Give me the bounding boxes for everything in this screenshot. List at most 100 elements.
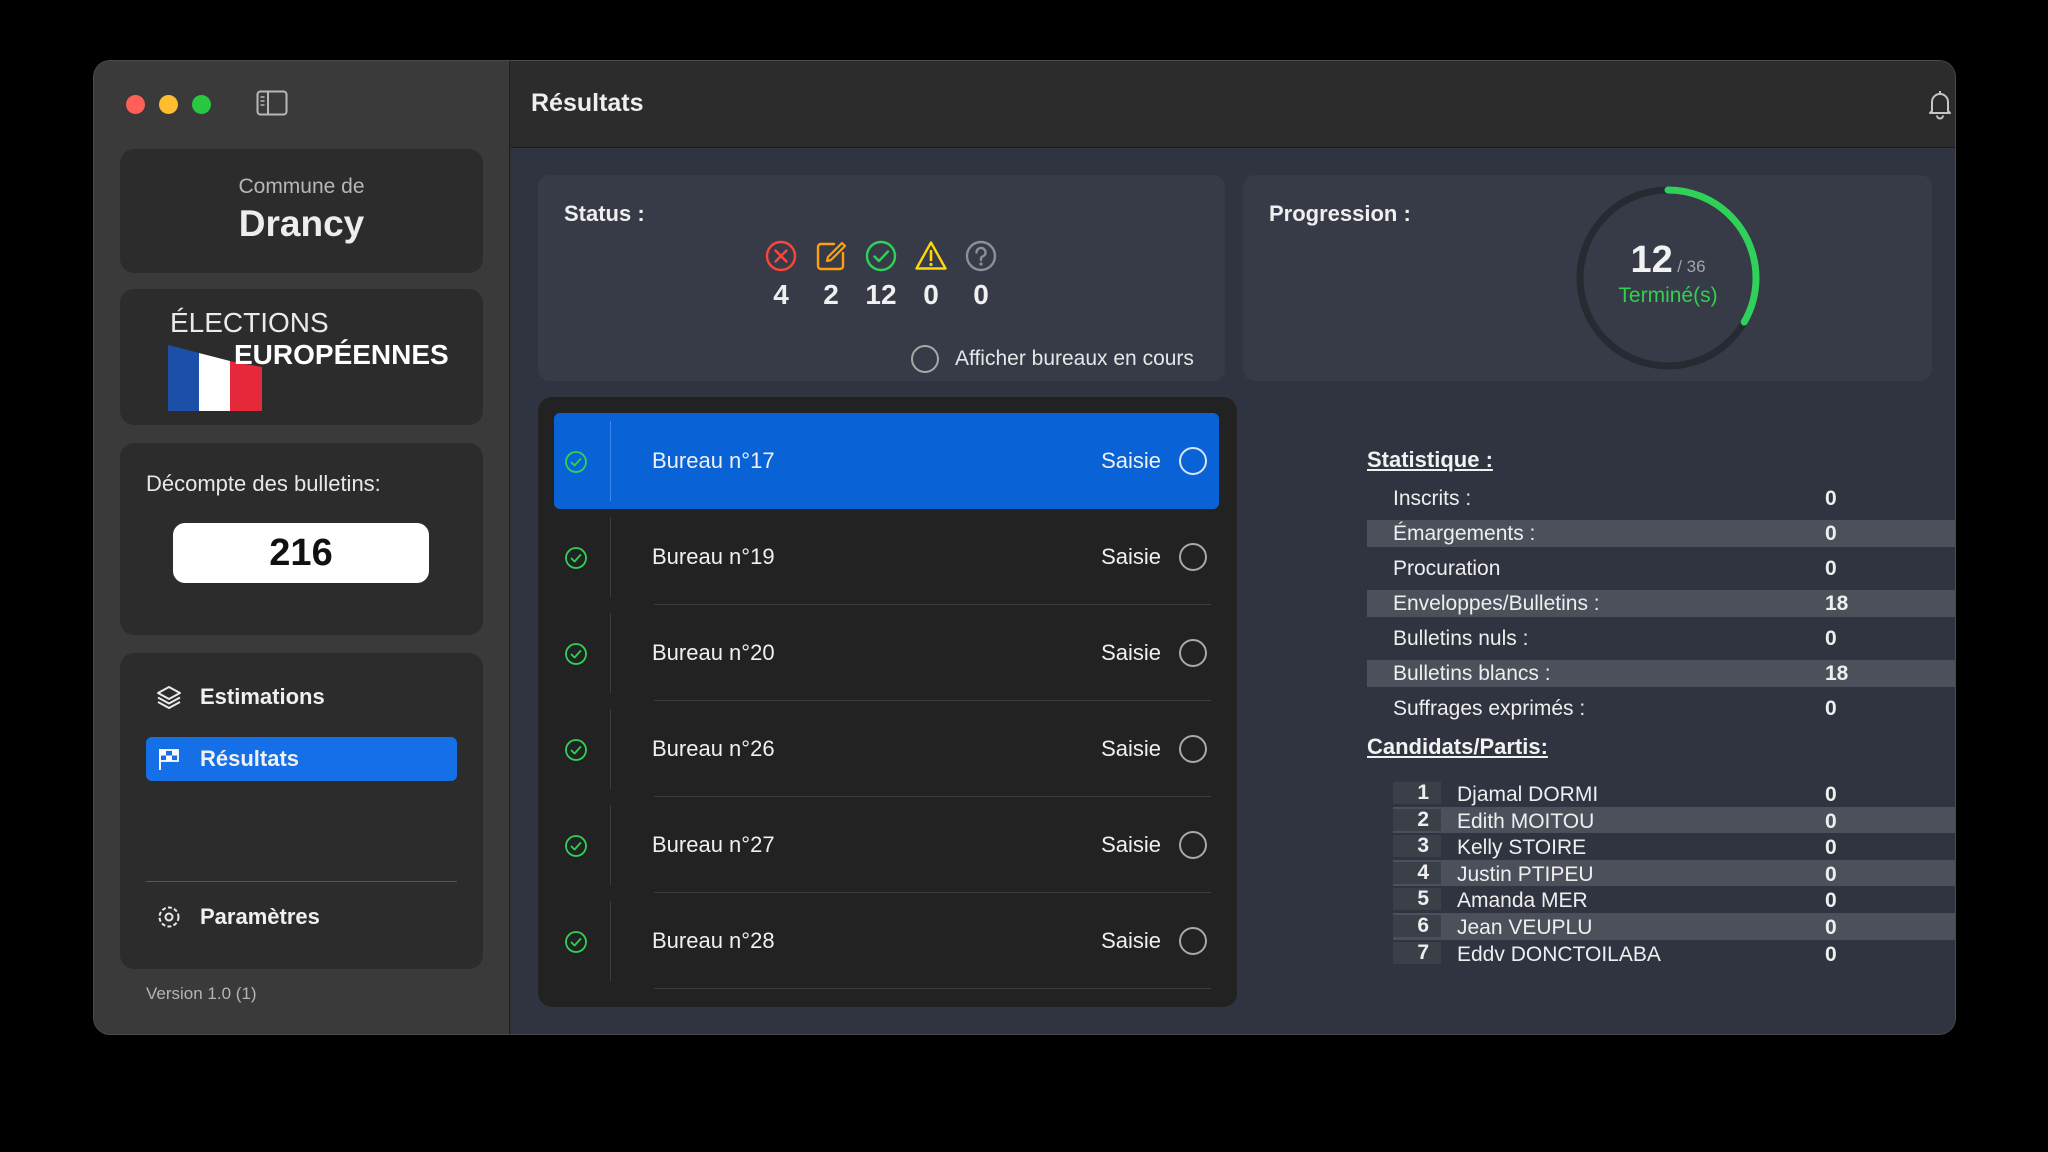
bureau-row[interactable]: Bureau n°19 Saisie xyxy=(554,509,1219,605)
checkered-flag-icon xyxy=(159,749,179,770)
status-warning[interactable]: 0 xyxy=(914,239,948,311)
check-circle-icon xyxy=(565,547,587,569)
stat-label: Suffrages exprimés : xyxy=(1393,696,1586,720)
stat-label: Émargements : xyxy=(1393,521,1536,545)
statistics-title: Statistique : xyxy=(1367,447,1493,472)
candidate-votes: 0 xyxy=(1825,889,1837,913)
status-label: Status : xyxy=(564,201,645,226)
candidate-name: Edith MOITOU xyxy=(1457,809,1595,833)
nav-item-estimations[interactable]: Estimations xyxy=(146,675,457,719)
show-in-progress-radio[interactable] xyxy=(911,345,939,373)
check-circle-icon xyxy=(565,835,587,857)
bureau-select-radio[interactable] xyxy=(1179,735,1207,763)
statistics-section: Statistique : Inscrits : 0 Émargements :… xyxy=(1367,447,1955,966)
bureau-status: Saisie xyxy=(1101,736,1161,761)
candidate-votes: 0 xyxy=(1825,942,1837,966)
progression-label: Progression : xyxy=(1269,201,1411,226)
bureau-status: Saisie xyxy=(1101,928,1161,953)
nav-item-resultats[interactable]: Résultats xyxy=(146,737,457,781)
bureau-row[interactable]: Bureau n°17 Saisie xyxy=(554,413,1219,509)
ballot-count-card: Décompte des bulletins: 216 xyxy=(120,443,483,635)
status-summary: 4 2 12 0 0 xyxy=(764,239,998,311)
status-done[interactable]: 12 xyxy=(864,239,898,311)
elections-title-line1: ÉLECTIONS xyxy=(170,307,329,338)
page-title: Résultats xyxy=(531,89,644,117)
stat-value: 18 xyxy=(1825,661,1849,685)
stat-label: Bulletins blancs : xyxy=(1393,661,1551,685)
status-error[interactable]: 4 xyxy=(764,239,798,311)
candidate-row: 7 Eddv DONCTOILABA 0 xyxy=(1393,940,1955,967)
candidate-number: 5 xyxy=(1393,888,1441,911)
bureau-name: Bureau n°27 xyxy=(652,832,775,857)
stat-row-bulletins-blancs: Bulletins blancs : 18 xyxy=(1367,660,1955,687)
candidate-number: 4 xyxy=(1393,861,1441,884)
stat-value: 0 xyxy=(1825,696,1837,720)
row-separator xyxy=(654,988,1211,989)
candidate-row: 5 Amanda MER 0 xyxy=(1393,886,1955,913)
row-divider xyxy=(610,613,611,693)
check-circle-icon xyxy=(565,643,587,665)
stat-row-bulletins-nuls: Bulletins nuls : 0 xyxy=(1367,621,1955,656)
candidate-name: Justin PTIPEU xyxy=(1457,862,1594,886)
question-circle-icon xyxy=(965,240,997,272)
bureau-select-radio[interactable] xyxy=(1179,831,1207,859)
bureau-select-radio[interactable] xyxy=(1179,543,1207,571)
candidate-name: Kelly STOIRE xyxy=(1457,836,1587,860)
check-circle-icon xyxy=(865,240,897,272)
ballot-count-label: Décompte des bulletins: xyxy=(146,471,381,496)
main-content: Résultats Status : 4 2 12 0 0 Afficher b… xyxy=(511,61,1955,1034)
window-controls xyxy=(126,95,211,114)
candidate-row: 2 Edith MOITOU 0 xyxy=(1393,806,1955,834)
show-in-progress-toggle[interactable]: Afficher bureaux en cours xyxy=(911,345,1194,373)
bureau-name: Bureau n°17 xyxy=(652,448,775,473)
elections-title-line2: EUROPÉENNES xyxy=(234,339,449,370)
show-in-progress-label: Afficher bureaux en cours xyxy=(955,347,1194,370)
progress-value: 12 xyxy=(1630,239,1673,281)
stat-label: Inscrits : xyxy=(1393,486,1472,510)
candidate-row: 6 Jean VEUPLU 0 xyxy=(1393,912,1955,940)
stat-label: Procuration xyxy=(1393,556,1501,580)
candidates-table: 1 Djamal DORMI 0 2 Edith MOITOU 0 3 Kell… xyxy=(1393,780,1955,966)
bell-icon[interactable] xyxy=(1923,87,1955,121)
nav-divider xyxy=(146,881,457,882)
close-window-button[interactable] xyxy=(126,95,145,114)
status-edit[interactable]: 2 xyxy=(814,239,848,311)
zoom-window-button[interactable] xyxy=(192,95,211,114)
elections-card: ÉLECTIONS EUROPÉENNES xyxy=(120,289,483,425)
candidate-number: 3 xyxy=(1393,835,1441,858)
minimize-window-button[interactable] xyxy=(159,95,178,114)
bureau-row[interactable]: Bureau n°26 Saisie xyxy=(554,701,1219,797)
bureau-select-radio[interactable] xyxy=(1179,447,1207,475)
status-unknown[interactable]: 0 xyxy=(964,239,998,311)
edit-square-icon xyxy=(816,241,847,271)
stat-row-emargements: Émargements : 0 xyxy=(1367,520,1955,547)
candidate-name: Jean VEUPLU xyxy=(1457,915,1593,939)
x-circle-icon xyxy=(765,240,797,272)
bureau-list: Bureau n°17 Saisie Bureau n°19 Saisie Bu… xyxy=(538,397,1237,1007)
status-warning-count: 0 xyxy=(923,279,939,310)
bureau-status: Saisie xyxy=(1101,640,1161,665)
row-divider xyxy=(610,901,611,981)
bureau-select-radio[interactable] xyxy=(1179,927,1207,955)
candidate-number: 1 xyxy=(1393,782,1441,804)
status-edit-count: 2 xyxy=(823,279,839,310)
warning-triangle-icon xyxy=(915,241,947,270)
bureau-row[interactable]: Bureau n°27 Saisie xyxy=(554,797,1219,893)
candidate-number: 6 xyxy=(1393,914,1441,937)
bureau-status: Saisie xyxy=(1101,832,1161,857)
row-divider xyxy=(610,805,611,885)
candidate-name: Eddv DONCTOILABA xyxy=(1457,942,1661,966)
app-version: Version 1.0 (1) xyxy=(146,984,257,1003)
bureau-row[interactable]: Bureau n°20 Saisie xyxy=(554,605,1219,701)
bureau-select-radio[interactable] xyxy=(1179,639,1207,667)
navigation-card: Estimations Résultats Paramètres xyxy=(120,653,483,969)
candidate-votes: 0 xyxy=(1825,836,1837,860)
stat-value: 18 xyxy=(1825,591,1849,615)
bureau-row[interactable]: Bureau n°28 Saisie xyxy=(554,893,1219,989)
nav-item-parametres[interactable]: Paramètres xyxy=(146,895,457,939)
sidebar-toggle-icon[interactable] xyxy=(256,90,288,116)
stat-row-enveloppes: Enveloppes/Bulletins : 18 xyxy=(1367,590,1955,617)
statistics-table: Inscrits : 0 Émargements : 0 Procuration… xyxy=(1367,481,1955,726)
bureau-name: Bureau n°26 xyxy=(652,736,775,761)
candidate-name: Amanda MER xyxy=(1457,889,1588,913)
